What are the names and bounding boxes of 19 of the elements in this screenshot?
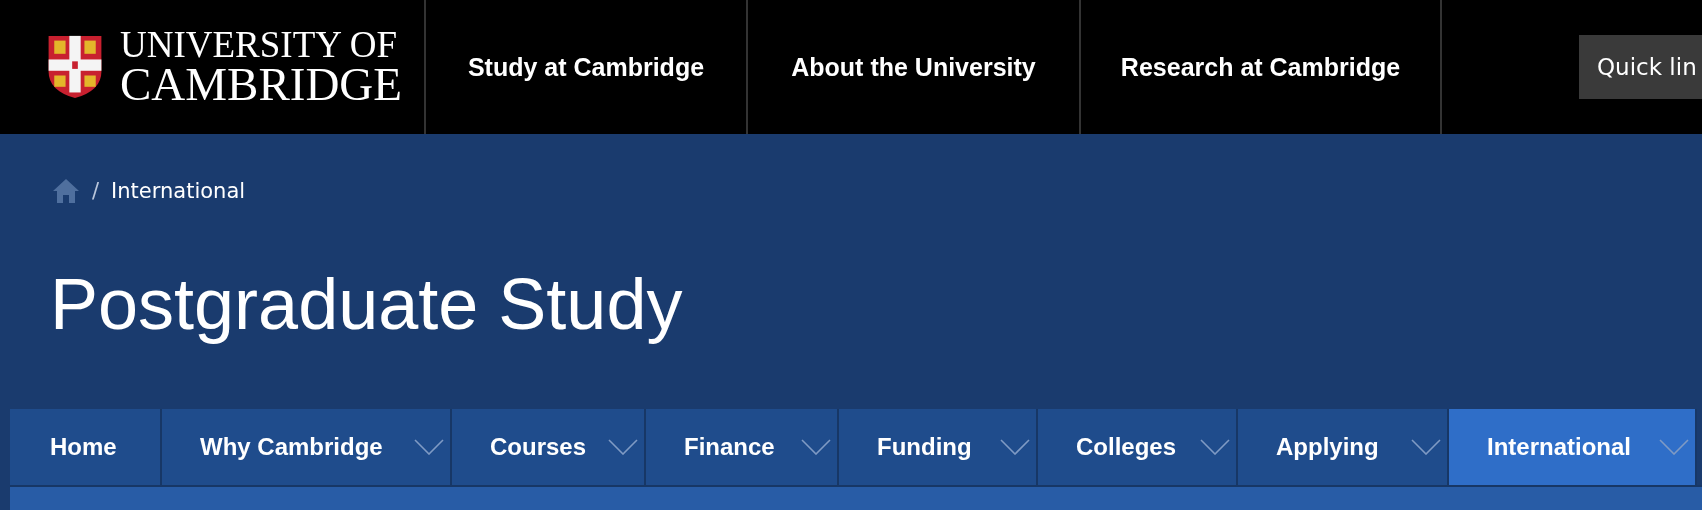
nav-tab[interactable]: Finance <box>646 409 839 485</box>
nav-tab[interactable]: Home <box>10 409 162 485</box>
header-link[interactable]: Study at Cambridge <box>426 0 748 134</box>
university-logo[interactable]: UNIVERSITY OF CAMBRIDGE <box>0 0 426 134</box>
nav-tab[interactable]: Colleges <box>1038 409 1238 485</box>
breadcrumb-link[interactable]: International <box>111 179 246 203</box>
nav-tab[interactable]: International <box>1449 409 1697 485</box>
nav-tab[interactable]: Why Cambridge <box>162 409 452 485</box>
nav-tab[interactable]: Courses <box>452 409 646 485</box>
logo-text: CAMBRIDGE <box>120 62 403 107</box>
header-link[interactable]: About the University <box>748 0 1081 134</box>
breadcrumb-separator: / <box>92 179 100 203</box>
nav-tab[interactable]: Applying <box>1238 409 1449 485</box>
quick-links-button[interactable]: Quick lin <box>1579 35 1702 99</box>
logo-text: UNIVERSITY OF <box>120 27 399 63</box>
home-icon[interactable] <box>52 178 80 204</box>
nav-tab[interactable]: Funding <box>839 409 1038 485</box>
page-title: Postgraduate Study <box>50 263 684 346</box>
header-link[interactable]: Research at Cambridge <box>1081 0 1442 134</box>
